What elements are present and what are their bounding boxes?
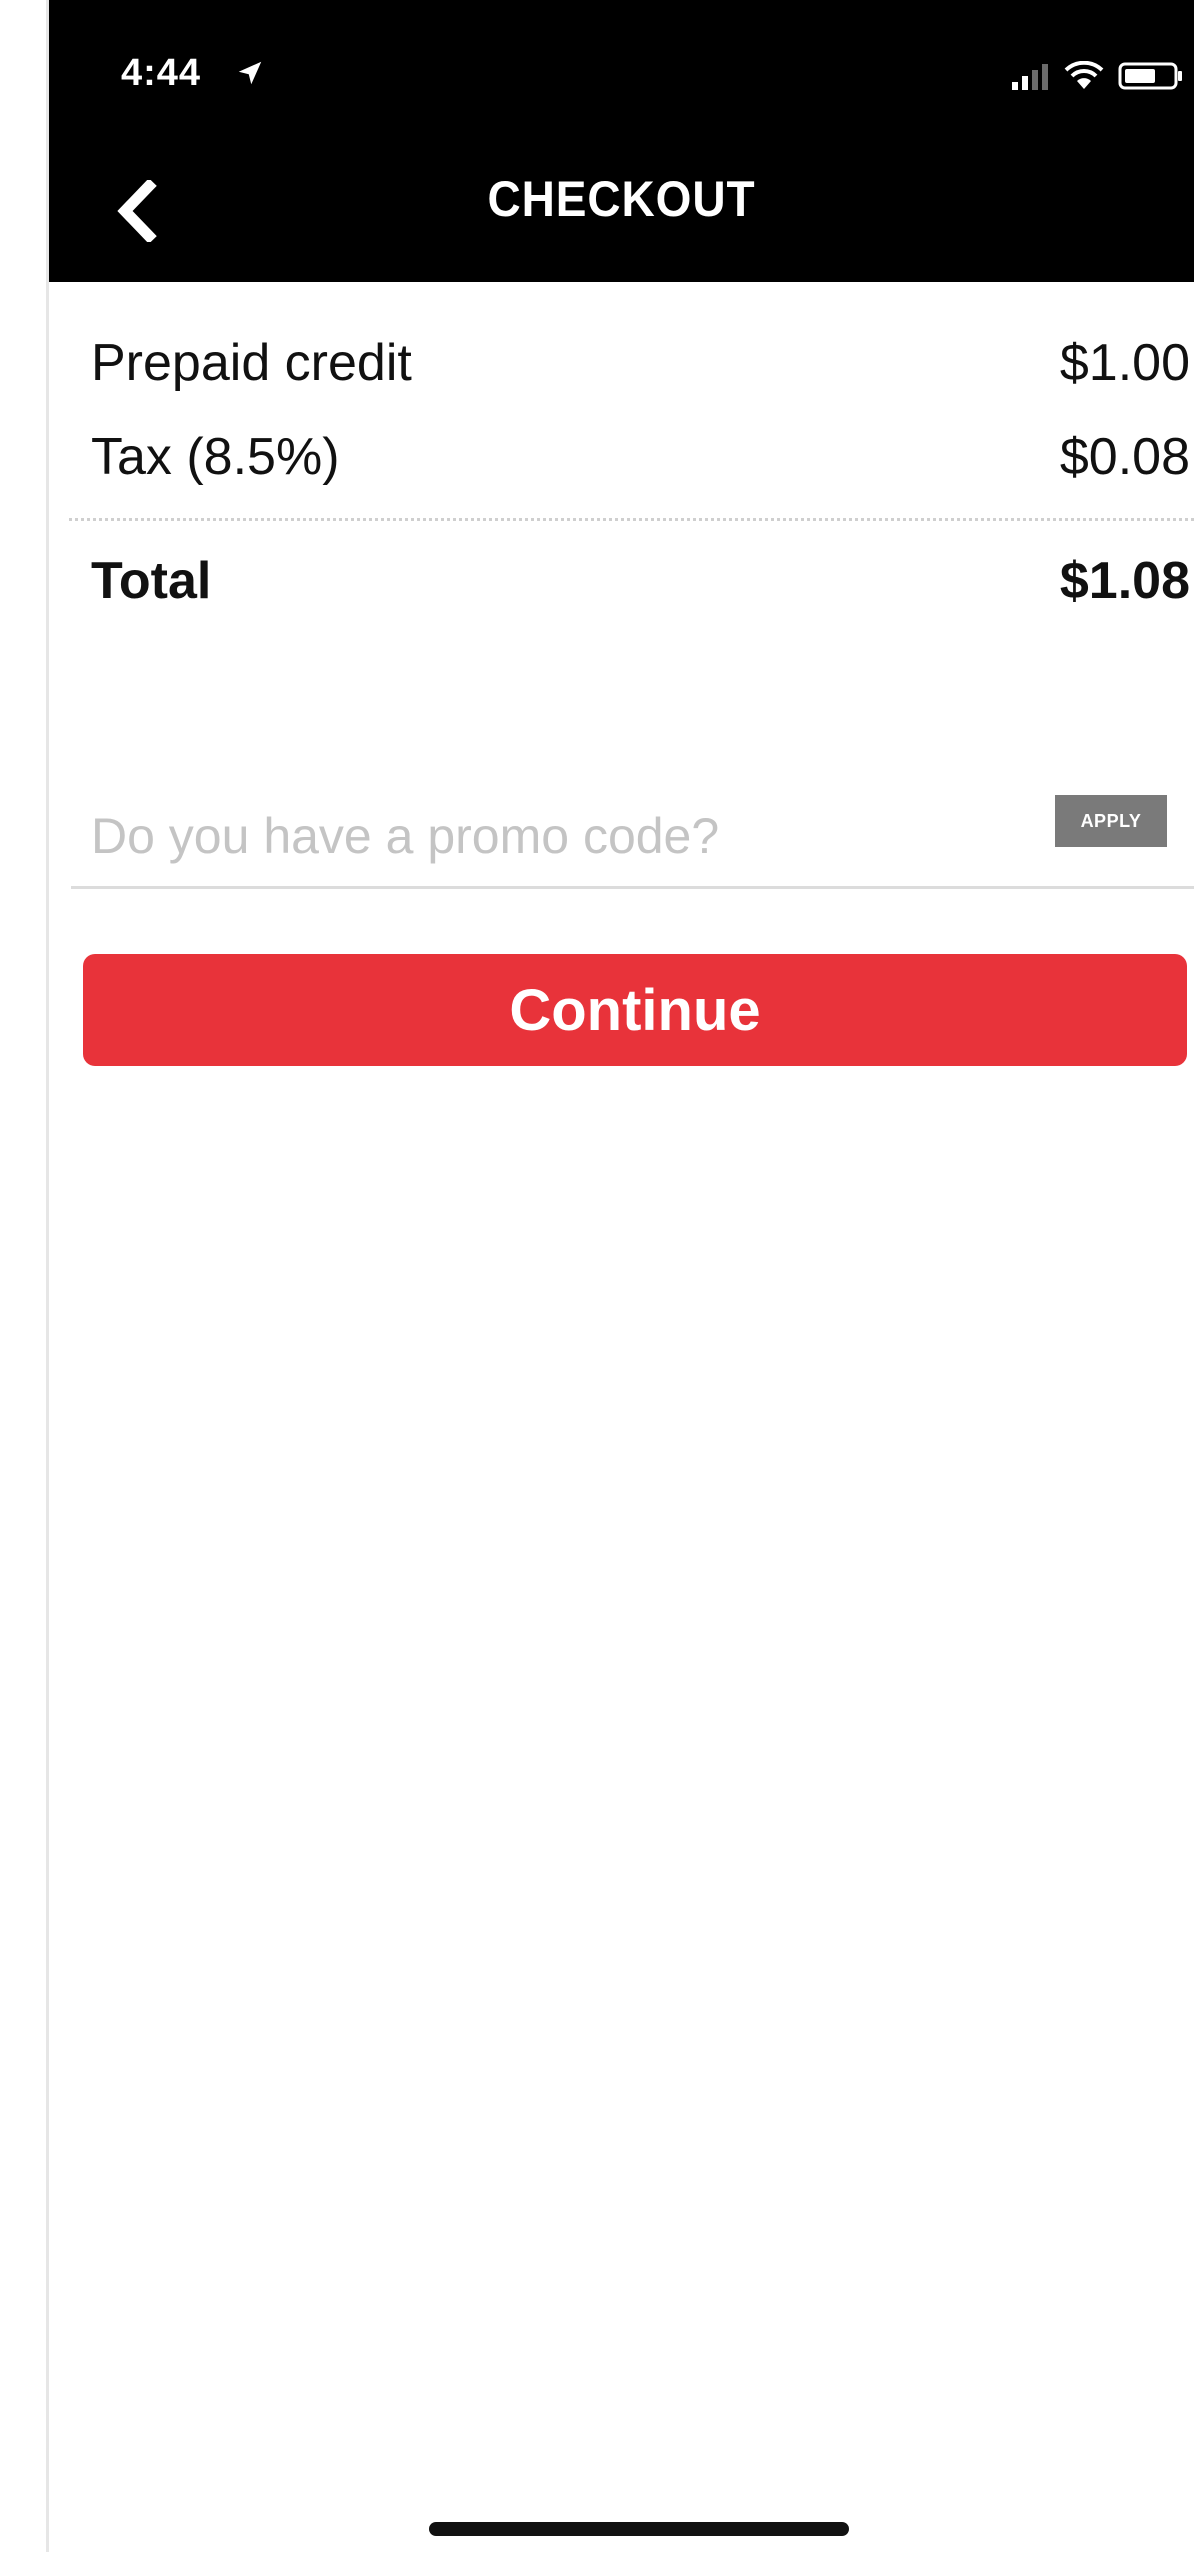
prepaid-label: Prepaid credit	[91, 334, 412, 392]
tax-value: $0.08	[1059, 428, 1190, 486]
status-time: 4:44	[121, 52, 202, 94]
apply-promo-button[interactable]: APPLY	[1055, 795, 1167, 847]
summary-row-prepaid: Prepaid credit $1.00	[91, 330, 1194, 396]
app-screen: 4:44 CHECKOUT Prepaid credit $1.00 Tax (…	[46, 0, 1194, 2552]
continue-button[interactable]: Continue	[83, 954, 1187, 1066]
prepaid-value: $1.00	[1059, 334, 1190, 392]
summary-divider	[69, 518, 1194, 521]
promo-code-input[interactable]	[91, 800, 971, 872]
total-label: Total	[91, 552, 212, 610]
home-indicator	[429, 2522, 849, 2536]
total-value: $1.08	[1059, 552, 1190, 610]
tax-label: Tax (8.5%)	[91, 428, 340, 486]
summary-row-tax: Tax (8.5%) $0.08	[91, 424, 1194, 490]
top-bar: 4:44 CHECKOUT	[49, 0, 1194, 282]
battery-icon	[1118, 62, 1182, 90]
summary-row-total: Total $1.08	[91, 546, 1194, 616]
location-arrow-icon	[238, 61, 262, 85]
promo-underline	[71, 886, 1194, 889]
page-title: CHECKOUT	[487, 171, 756, 227]
wifi-icon	[1064, 61, 1104, 89]
status-icons	[1010, 56, 1184, 96]
signal-icon	[1012, 64, 1048, 90]
